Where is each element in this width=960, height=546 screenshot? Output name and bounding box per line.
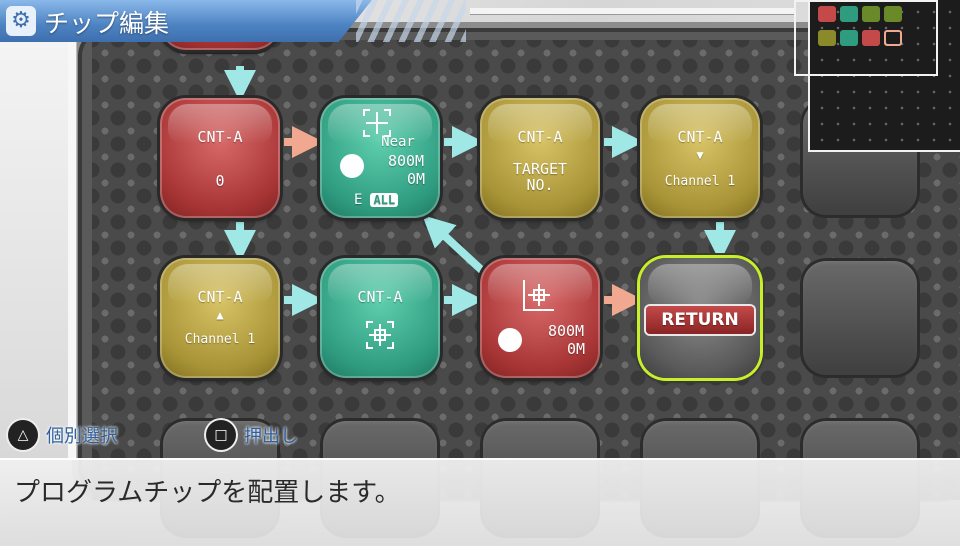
chip-line1: CNT-A: [517, 128, 563, 146]
distance-max: 800M: [387, 152, 425, 170]
empty-slot[interactable]: [800, 258, 920, 378]
near-label: Near: [381, 134, 415, 150]
chip-line1: CNT-A: [677, 128, 723, 146]
channel-label: Channel 1: [184, 332, 256, 347]
up-arrow-icon: ▲: [216, 308, 224, 322]
chip-line3: NO.: [526, 176, 554, 194]
square-hint[interactable]: □ 押出し: [206, 420, 298, 450]
distance-max: 800M: [547, 322, 585, 340]
down-arrow-icon: ▼: [696, 148, 704, 162]
chip-value: 0: [215, 172, 225, 190]
distance-min: 0M: [566, 340, 586, 358]
square-hint-label: 押出し: [244, 426, 298, 447]
crosshair-icon: [523, 280, 554, 311]
left-panel: [0, 40, 72, 460]
all-badge: ALL: [370, 193, 399, 207]
triangle-hint-label: 個別選択: [46, 426, 118, 447]
chip-distance-check[interactable]: 800M 0M: [480, 258, 600, 378]
return-label: RETURN: [646, 306, 754, 334]
chip-line1: CNT-A: [197, 288, 243, 306]
target-dot: [340, 154, 364, 178]
chip-counter-a[interactable]: CNT-A 0: [160, 98, 280, 218]
distance-min: 0M: [406, 170, 426, 188]
chip-channel-up[interactable]: CNT-A ▲ Channel 1: [160, 258, 280, 378]
message-text: プログラムチップを配置します。: [14, 478, 401, 508]
triangle-button-icon: △: [8, 420, 38, 450]
square-button-icon: □: [206, 420, 236, 450]
message-box: プログラムチップを配置します。: [0, 458, 960, 546]
chip-footer: E ALL: [354, 192, 399, 208]
header-stripes: [356, 0, 466, 42]
e-label: E: [354, 192, 363, 208]
triangle-hint[interactable]: △ 個別選択: [8, 420, 118, 450]
title-bar: ⚙ チップ編集: [0, 0, 372, 42]
gear-icon: ⚙: [6, 6, 36, 36]
chip-channel-down[interactable]: CNT-A ▼ Channel 1: [640, 98, 760, 218]
chip-target-no[interactable]: CNT-A TARGET NO.: [480, 98, 600, 218]
chip-search-near[interactable]: Near 800M 0M E ALL: [320, 98, 440, 218]
chip-return[interactable]: RETURN: [640, 258, 760, 378]
chip-counter-target[interactable]: CNT-A: [320, 258, 440, 378]
minimap-viewport: [794, 0, 938, 76]
chip-line1: CNT-A: [357, 288, 403, 306]
chip-line1: CNT-A: [197, 128, 243, 146]
page-title: チップ編集: [44, 9, 170, 38]
crosshair-icon: [366, 321, 394, 349]
left-rail: [68, 40, 76, 460]
top-rail: [470, 8, 794, 14]
channel-label: Channel 1: [664, 174, 736, 189]
